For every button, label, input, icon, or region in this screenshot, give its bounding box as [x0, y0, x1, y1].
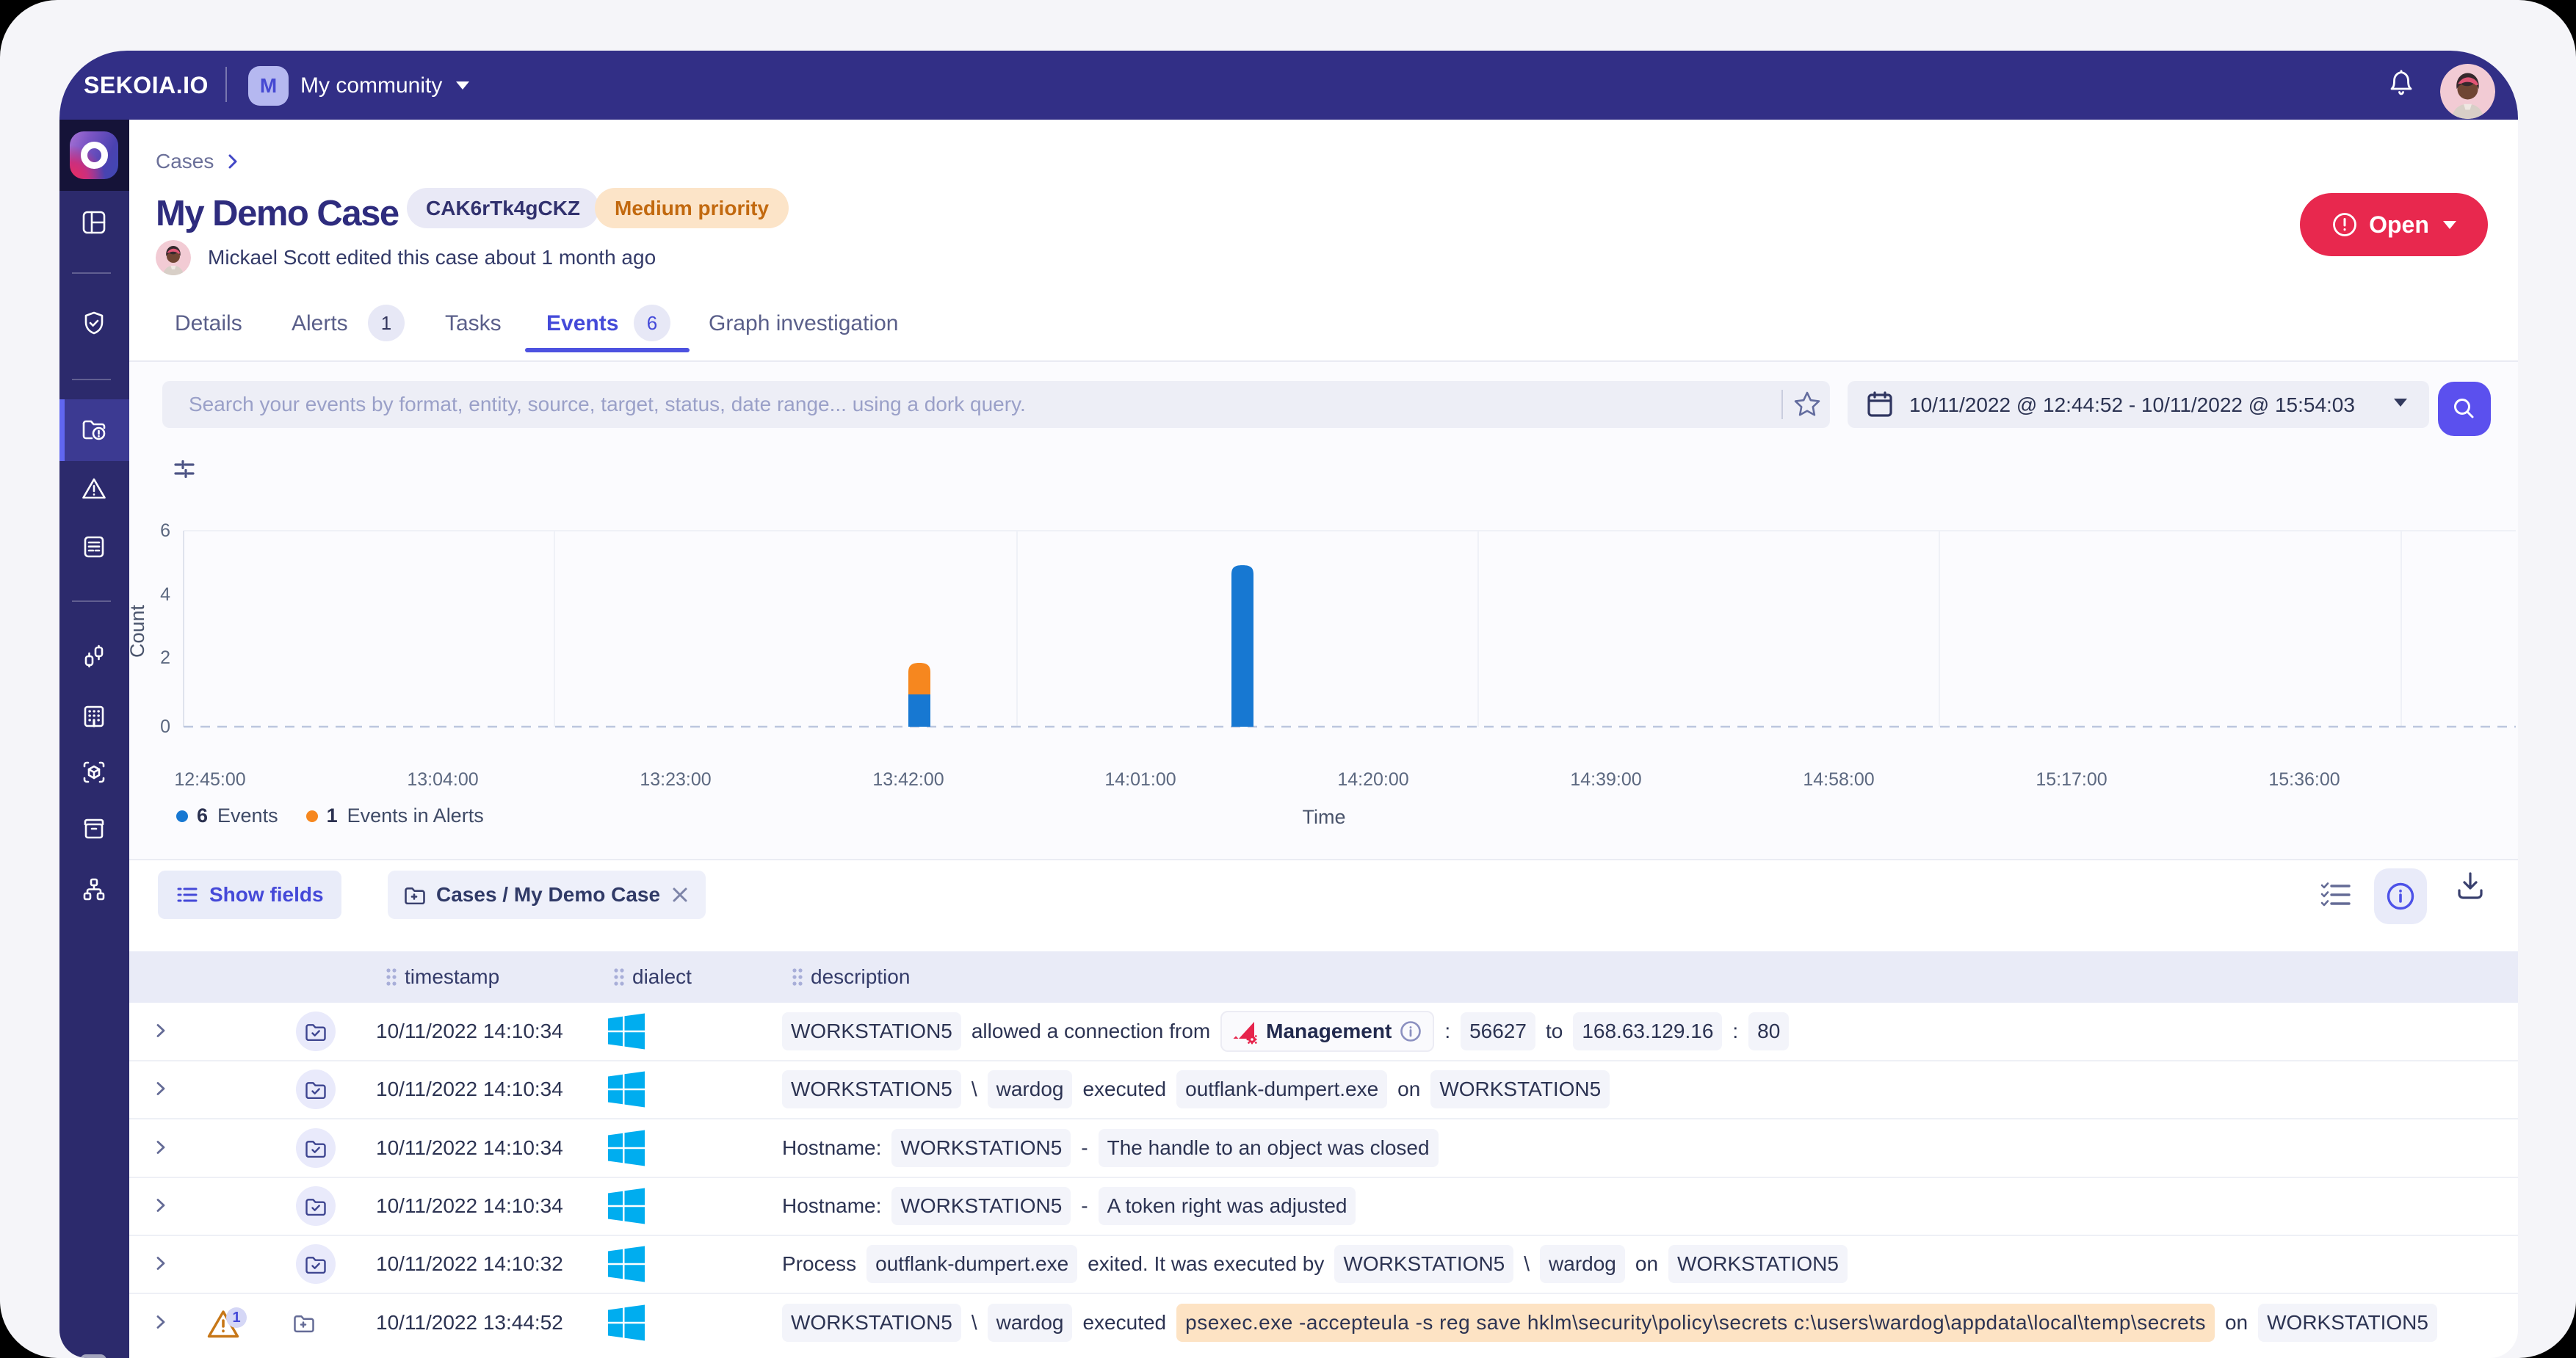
svg-text:4: 4	[160, 584, 170, 605]
svg-text:13:23:00: 13:23:00	[640, 769, 711, 790]
svg-text:12:45:00: 12:45:00	[174, 769, 245, 790]
svg-text:14:01:00: 14:01:00	[1104, 769, 1176, 790]
svg-text:6: 6	[160, 520, 170, 541]
svg-text:Time: Time	[1303, 806, 1346, 828]
svg-text:15:17:00: 15:17:00	[2036, 769, 2107, 790]
svg-text:13:42:00: 13:42:00	[872, 769, 944, 790]
svg-text:14:20:00: 14:20:00	[1337, 769, 1408, 790]
svg-text:14:58:00: 14:58:00	[1803, 769, 1874, 790]
svg-text:14:39:00: 14:39:00	[1570, 769, 1641, 790]
svg-text:Count: Count	[129, 604, 148, 658]
svg-text:13:04:00: 13:04:00	[407, 769, 478, 790]
svg-text:15:36:00: 15:36:00	[2268, 769, 2340, 790]
svg-text:2: 2	[160, 647, 170, 668]
svg-text:0: 0	[160, 716, 170, 737]
